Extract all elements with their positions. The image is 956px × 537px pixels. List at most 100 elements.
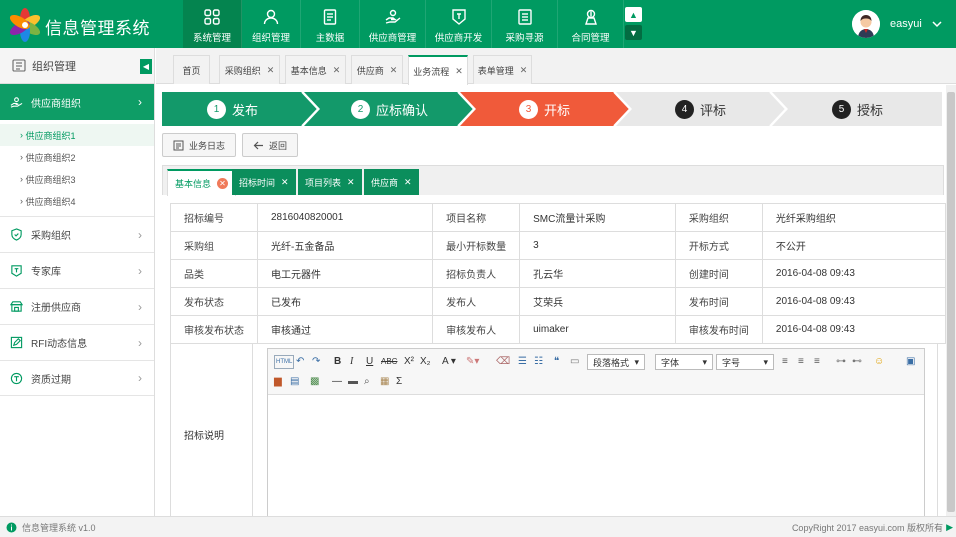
html-source-icon[interactable]: HTML: [274, 355, 295, 369]
chevron-right-icon: ›: [138, 227, 142, 242]
font-size-select[interactable]: 字号 ▾: [716, 354, 774, 370]
media-icon[interactable]: ▩: [310, 374, 319, 388]
nav-scroll-down-button[interactable]: ▼: [625, 25, 642, 40]
formula-icon[interactable]: Σ: [396, 374, 402, 388]
inner-tab-basic-info[interactable]: 基本信息 ✕: [167, 169, 237, 196]
align-left-icon[interactable]: ≡: [782, 354, 788, 368]
superscript-icon[interactable]: X²: [404, 354, 414, 368]
emoticon-icon[interactable]: ☺: [874, 354, 884, 368]
template-icon[interactable]: ▦: [380, 374, 389, 388]
highlight-icon[interactable]: ✎▾: [466, 354, 479, 368]
close-icon[interactable]: ✕: [217, 178, 229, 189]
horizontal-rule-icon[interactable]: —: [332, 374, 342, 388]
business-log-button[interactable]: 业务日志: [162, 133, 237, 157]
eraser-icon[interactable]: ⌫: [496, 354, 510, 368]
inner-tab-bid-time[interactable]: 招标时间 ✕: [232, 169, 296, 195]
link-icon[interactable]: ⊶: [836, 354, 846, 368]
step-bid-confirm[interactable]: 2 应标确认: [351, 92, 428, 126]
step-publish[interactable]: 1 发布: [207, 92, 258, 126]
nav-org-management[interactable]: 组织管理: [242, 0, 301, 48]
nav-system-management[interactable]: 系统管理: [183, 0, 242, 48]
align-center-icon[interactable]: ≡: [798, 354, 804, 368]
button-label: 返回: [269, 140, 288, 151]
sidebar-item-register-supplier[interactable]: 注册供应商 ›: [0, 288, 154, 324]
nav-supplier-management[interactable]: 供应商管理: [360, 0, 426, 48]
editor-body[interactable]: [268, 395, 924, 516]
sidebar-item-qualification-expired[interactable]: 资质过期 ›: [0, 360, 154, 396]
nav-label: 组织管理: [251, 33, 290, 44]
step-bid-opening[interactable]: 3 开标: [519, 92, 570, 126]
underline-icon[interactable]: U: [366, 354, 373, 368]
bold-icon[interactable]: B: [334, 354, 341, 368]
print-icon[interactable]: ▬: [348, 374, 358, 388]
paragraph-format-select[interactable]: 段落格式 ▾: [587, 354, 645, 370]
subscript-icon[interactable]: X₂: [420, 354, 431, 368]
align-right-icon[interactable]: ≡: [814, 354, 820, 368]
font-family-select[interactable]: 字体 ▾: [655, 354, 713, 370]
image-icon[interactable]: ▆: [274, 374, 282, 388]
badge-icon: [451, 9, 466, 25]
inner-tabs: 基本信息 ✕ 招标时间 ✕ 项目列表 ✕ 供应商 ✕: [162, 165, 944, 196]
sidebar-collapse-button[interactable]: ◀: [140, 59, 152, 74]
redo-icon[interactable]: ↷: [312, 354, 320, 368]
nav-procurement-sourcing[interactable]: 采购寻源: [492, 0, 558, 48]
nav-contract-management[interactable]: 合同管理: [558, 0, 624, 48]
tab-home[interactable]: 首页: [173, 55, 210, 84]
step-evaluation[interactable]: 4 评标: [675, 92, 726, 126]
tab-label: 供应商: [356, 65, 384, 76]
close-icon[interactable]: ✕: [390, 65, 398, 76]
play-icon[interactable]: ▶: [946, 522, 953, 533]
sidebar-item-supplier-org[interactable]: 供应商组织 ›: [0, 84, 154, 120]
tab-business-process[interactable]: 业务流程 ✕: [408, 55, 468, 85]
flash-icon[interactable]: ▤: [290, 374, 299, 388]
certificate-icon: [10, 372, 23, 384]
back-button[interactable]: 返回: [242, 133, 299, 157]
nav-master-data[interactable]: 主数据: [301, 0, 360, 48]
italic-icon[interactable]: I: [350, 354, 353, 368]
sidebar-item-procurement-org[interactable]: 采购组织 ›: [0, 216, 154, 252]
tab-supplier[interactable]: 供应商 ✕: [351, 55, 403, 84]
user-menu[interactable]: easyui: [852, 10, 942, 38]
tab-basic-info[interactable]: 基本信息 ✕: [285, 55, 346, 84]
font-color-icon[interactable]: A ▾: [442, 354, 456, 368]
submenu-item[interactable]: › 供应商组织3: [0, 168, 154, 190]
inner-tab-supplier[interactable]: 供应商 ✕: [364, 169, 419, 195]
ordered-list-icon[interactable]: ☰: [518, 354, 527, 368]
unordered-list-icon[interactable]: ☷: [534, 354, 543, 368]
tab-procurement-org[interactable]: 采购组织 ✕: [219, 55, 280, 84]
close-icon[interactable]: ✕: [267, 65, 275, 76]
sidebar-item-rfi-info[interactable]: RFI动态信息 ›: [0, 324, 154, 360]
scrollbar-thumb[interactable]: [947, 92, 955, 512]
field-label: 招标负责人: [432, 259, 521, 288]
preview-icon[interactable]: ⌕: [364, 374, 370, 388]
close-icon[interactable]: ✕: [281, 177, 289, 188]
close-icon[interactable]: ✕: [404, 177, 412, 188]
undo-icon[interactable]: ↶: [296, 354, 304, 368]
tab-label: 表单管理: [477, 65, 514, 76]
nav-supplier-development[interactable]: 供应商开发: [426, 0, 492, 48]
nav-scroll-up-button[interactable]: ▲: [625, 7, 642, 22]
inner-tab-project-list[interactable]: 项目列表 ✕: [298, 169, 362, 195]
step-award[interactable]: 5 授标: [832, 92, 883, 126]
info-table: 招标编号 2816040820001 项目名称 SMC流量计采购 采购组织 光纤采购组…: [170, 203, 946, 344]
chevron-down-icon: [932, 21, 942, 28]
content-scrollbar[interactable]: [946, 85, 956, 516]
close-icon[interactable]: ✕: [333, 65, 341, 76]
close-icon[interactable]: ✕: [520, 65, 528, 76]
tab-label: 招标时间: [239, 177, 276, 188]
chevron-down-icon: ▾: [702, 356, 707, 367]
strikethrough-icon[interactable]: ABC: [381, 354, 397, 368]
tab-form-management[interactable]: 表单管理 ✕: [473, 55, 532, 84]
close-icon[interactable]: ✕: [455, 66, 463, 77]
step-number: 5: [832, 99, 851, 119]
submenu-item[interactable]: › 供应商组织4: [0, 190, 154, 212]
sidebar-item-expert-library[interactable]: 专家库 ›: [0, 252, 154, 288]
paste-text-icon[interactable]: ▭: [570, 354, 579, 368]
unlink-icon[interactable]: ⊷: [852, 354, 862, 368]
field-label: 审核发布状态: [170, 315, 258, 344]
submenu-item[interactable]: › 供应商组织1: [0, 124, 154, 146]
blockquote-icon[interactable]: ❝: [554, 354, 559, 368]
submenu-item[interactable]: › 供应商组织2: [0, 146, 154, 168]
close-icon[interactable]: ✕: [347, 177, 355, 188]
fullscreen-icon[interactable]: ▣: [906, 354, 915, 368]
